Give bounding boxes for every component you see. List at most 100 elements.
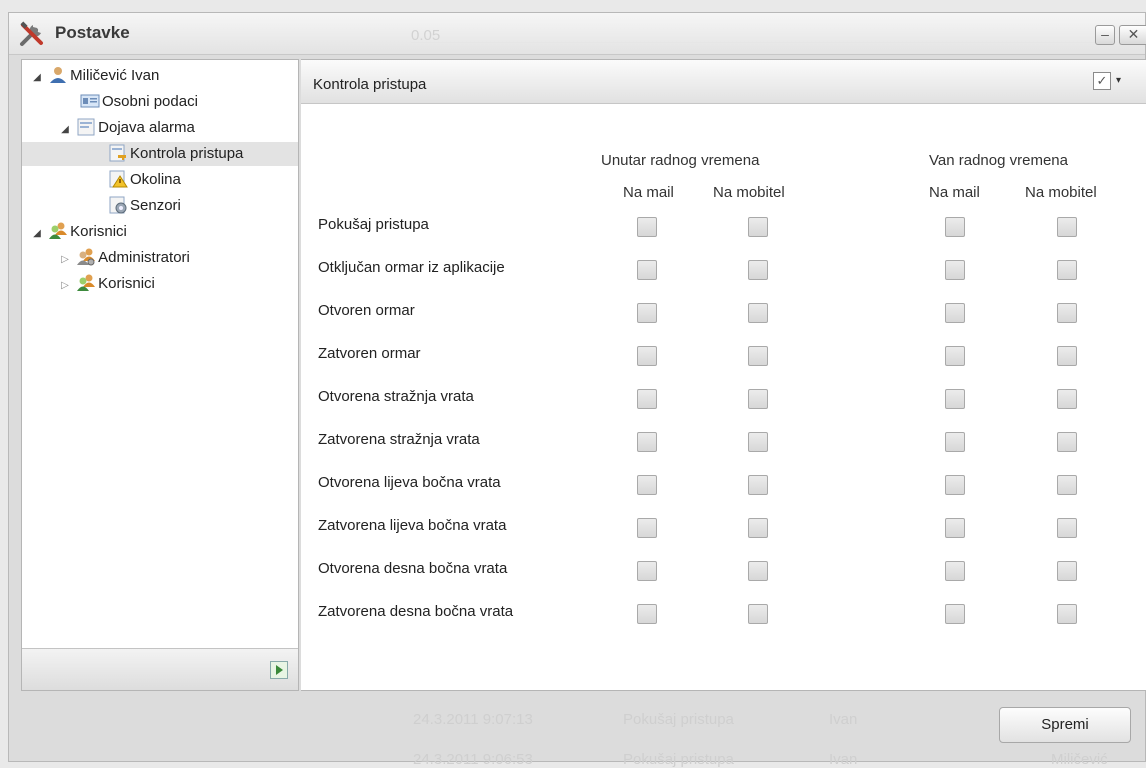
tree-node-environment[interactable]: Okolina (108, 168, 181, 192)
background-field: 0.05 (411, 27, 1111, 44)
notification-checkbox[interactable] (637, 432, 657, 452)
user-icon (50, 67, 67, 83)
notification-checkbox[interactable] (1057, 346, 1077, 366)
notification-checkbox[interactable] (637, 346, 657, 366)
tree-footer (22, 648, 298, 690)
notification-checkbox[interactable] (748, 604, 768, 624)
window-title: Postavke (55, 23, 130, 42)
settings-window: Postavke 0.05 – ✕ ◢ Miličević Ivan Osobn… (8, 12, 1146, 768)
title-bar[interactable]: Postavke 0.05 – ✕ (9, 13, 1146, 55)
notification-checkbox[interactable] (748, 475, 768, 495)
notification-checkbox[interactable] (945, 217, 965, 237)
tree-node-users[interactable]: ◢ Korisnici (30, 220, 127, 244)
tree-node-label: Kontrola pristupa (130, 145, 244, 162)
row-label: Zatvorena lijeva bočna vrata (318, 517, 507, 534)
notification-checkbox[interactable] (1057, 432, 1077, 452)
row-label: Pokušaj pristupa (318, 216, 429, 233)
collapse-triangle-icon[interactable]: ◢ (30, 222, 44, 246)
expand-panel-icon (276, 665, 283, 675)
notification-checkbox[interactable] (637, 217, 657, 237)
tree-node-user[interactable]: ◢ Miličević Ivan (30, 64, 159, 88)
column-header: Na mail (929, 184, 980, 201)
tree-node-label: Miličević Ivan (70, 67, 160, 84)
notification-checkbox[interactable] (748, 432, 768, 452)
tree-node-label: Korisnici (70, 223, 127, 240)
notification-checkbox[interactable] (637, 561, 657, 581)
sensors-icon (109, 196, 127, 214)
notification-checkbox[interactable] (945, 475, 965, 495)
log-time: 24.3.2011 9:07:13 (413, 711, 533, 728)
notification-checkbox[interactable] (945, 518, 965, 538)
notification-checkbox[interactable] (1057, 303, 1077, 323)
log-time: 24.3.2011 9:06:53 (413, 751, 533, 768)
save-button[interactable]: Spremi (999, 707, 1131, 743)
tree-node-label: Osobni podaci (102, 93, 198, 110)
notification-checkbox[interactable] (637, 303, 657, 323)
tools-icon (20, 21, 43, 46)
users-group-icon (77, 274, 96, 291)
column-header: Na mail (623, 184, 674, 201)
environment-warning-icon (109, 170, 128, 188)
notification-checkbox[interactable] (1057, 561, 1077, 581)
collapse-triangle-icon[interactable]: ◢ (58, 118, 72, 142)
notification-checkbox[interactable] (945, 432, 965, 452)
notification-checkbox[interactable] (748, 217, 768, 237)
notification-checkbox[interactable] (748, 518, 768, 538)
expand-triangle-icon[interactable]: ▷ (58, 274, 72, 298)
notification-checkbox[interactable] (945, 303, 965, 323)
header-check-button[interactable]: ✓ (1093, 72, 1111, 90)
access-control-icon (109, 144, 126, 162)
tree-node-access-control[interactable]: Kontrola pristupa (22, 142, 298, 166)
row-label: Otvorena lijeva bočna vrata (318, 474, 501, 491)
row-label: Otvoren ormar (318, 302, 415, 319)
row-label: Otključan ormar iz aplikacije (318, 259, 505, 276)
alarm-folder-icon (77, 118, 95, 136)
tree-node-users-sub[interactable]: ▷ Korisnici (58, 272, 155, 296)
log-user: Ivan (829, 711, 858, 728)
group-header-outside-hours: Van radnog vremena (929, 152, 1068, 169)
notification-checkbox[interactable] (1057, 475, 1077, 495)
notification-checkbox[interactable] (945, 389, 965, 409)
notification-checkbox[interactable] (748, 561, 768, 581)
minimize-button[interactable]: – (1095, 25, 1115, 45)
row-label: Zatvorena desna bočna vrata (318, 603, 514, 620)
notification-checkbox[interactable] (637, 389, 657, 409)
notification-checkbox[interactable] (748, 346, 768, 366)
row-label: Zatvoren ormar (318, 345, 421, 362)
tree-node-sensors[interactable]: Senzori (108, 194, 181, 218)
notification-checkbox[interactable] (748, 260, 768, 280)
expand-panel-button[interactable] (270, 661, 288, 679)
log-event: Pokušaj pristupa (623, 751, 734, 768)
notification-checkbox[interactable] (1057, 389, 1077, 409)
dropdown-caret-icon[interactable]: ▾ (1116, 75, 1121, 86)
notification-checkbox[interactable] (1057, 518, 1077, 538)
notification-checkbox[interactable] (748, 303, 768, 323)
row-label: Zatvorena stražnja vrata (318, 431, 480, 448)
expand-triangle-icon[interactable]: ▷ (58, 248, 72, 272)
notification-checkbox[interactable] (637, 518, 657, 538)
notification-checkbox[interactable] (1057, 604, 1077, 624)
notification-checkbox[interactable] (945, 561, 965, 581)
collapse-triangle-icon[interactable]: ◢ (30, 66, 44, 90)
notification-checkbox[interactable] (945, 346, 965, 366)
tree-node-alarm[interactable]: ◢ Dojava alarma (58, 116, 195, 140)
tree-node-label: Korisnici (98, 275, 155, 292)
notification-checkbox[interactable] (1057, 217, 1077, 237)
notification-checkbox[interactable] (748, 389, 768, 409)
settings-tree: ◢ Miličević Ivan Osobni podaci ◢ Dojava … (21, 59, 299, 691)
notification-checkbox[interactable] (1057, 260, 1077, 280)
log-user: Ivan (829, 751, 858, 768)
notification-checkbox[interactable] (945, 260, 965, 280)
tree-node-label: Senzori (130, 197, 181, 214)
notification-checkbox[interactable] (637, 475, 657, 495)
tree-node-personal-data[interactable]: Osobni podaci (80, 90, 198, 114)
id-card-icon (80, 94, 100, 108)
close-button[interactable]: ✕ (1119, 25, 1146, 45)
tree-node-administrators[interactable]: ▷ Administratori (58, 246, 190, 270)
tree-node-label: Administratori (98, 249, 190, 266)
notification-checkbox[interactable] (945, 604, 965, 624)
notification-checkbox[interactable] (637, 260, 657, 280)
users-group-icon (49, 222, 68, 239)
notification-checkbox[interactable] (637, 604, 657, 624)
row-label: Otvorena stražnja vrata (318, 388, 474, 405)
